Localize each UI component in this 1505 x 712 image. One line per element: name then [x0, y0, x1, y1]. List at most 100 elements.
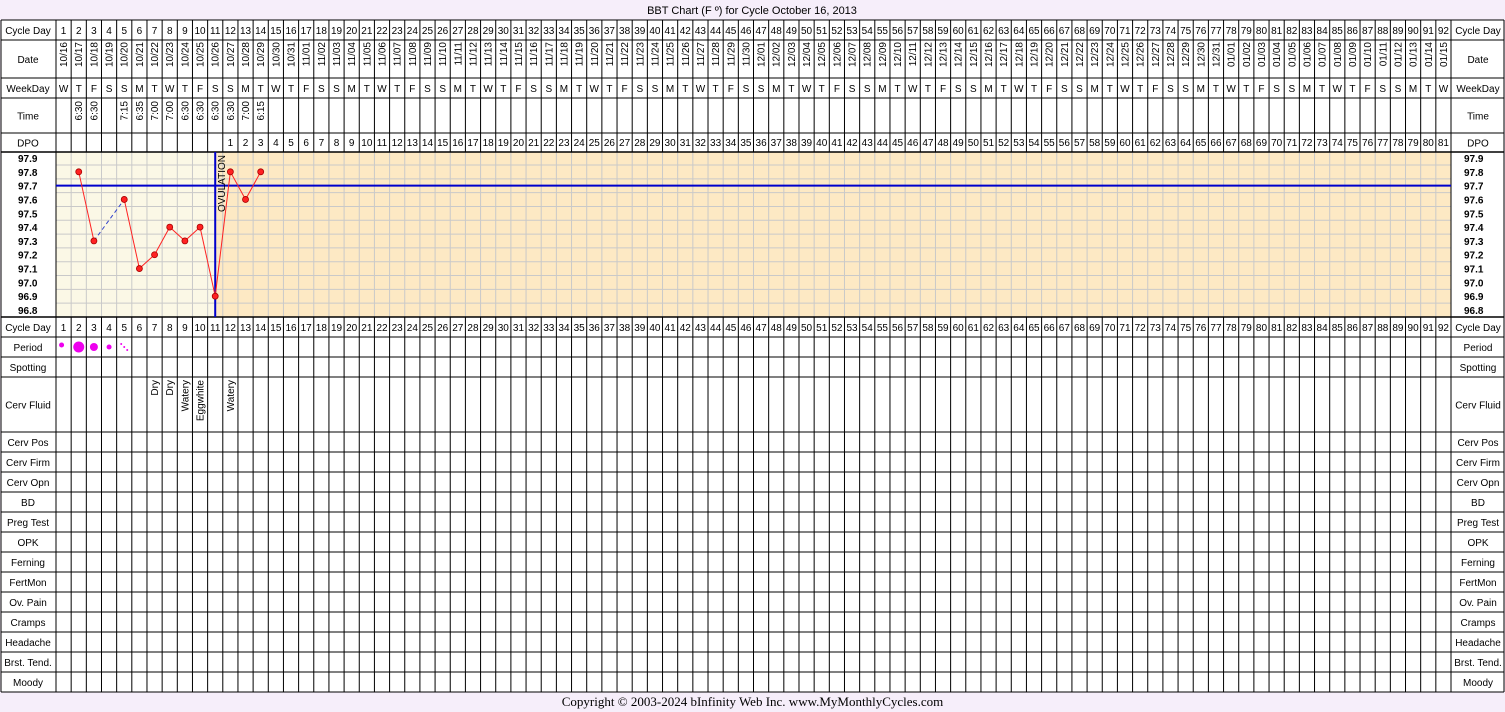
- weekday-cell: W: [590, 84, 600, 95]
- row-label-dpo: DPO: [17, 139, 39, 150]
- weekday-cell: M: [1197, 84, 1205, 95]
- cycle-day-number-bottom: 62: [983, 323, 995, 334]
- row-label-preg_test: Preg Test: [7, 518, 49, 529]
- cycle-day-number-bottom: 25: [422, 323, 434, 334]
- weekday-cell: F: [409, 84, 415, 95]
- dpo-number: 5: [288, 138, 294, 149]
- row-label-cycle_day: Cycle Day: [5, 26, 51, 37]
- weekday-cell: W: [165, 84, 175, 95]
- temp-point: [120, 196, 128, 203]
- cycle-day-number: 83: [1301, 26, 1313, 37]
- cycle-day-number-bottom: 69: [1089, 323, 1101, 334]
- date-cell: 12/06: [832, 42, 843, 67]
- row-label-fertmon: FertMon: [9, 578, 46, 589]
- weekday-cell: T: [576, 84, 582, 95]
- bbt-chart: BBT Chart (F º) for Cycle October 16, 20…: [0, 5, 1505, 693]
- cycle-day-number: 82: [1286, 26, 1298, 37]
- dpo-number: 55: [1044, 138, 1056, 149]
- weekday-cell: T: [1001, 84, 1007, 95]
- time-cell: 6:30: [196, 101, 207, 121]
- row-label-right-cycle_day: Cycle Day: [1455, 26, 1501, 37]
- weekday-cell: W: [59, 84, 69, 95]
- row-label-cycle_day: Cycle Day: [5, 323, 51, 334]
- cycle-day-number-bottom: 9: [182, 323, 188, 334]
- dpo-number: 6: [303, 138, 309, 149]
- date-cell: 12/14: [954, 42, 965, 67]
- cycle-day-number-bottom: 17: [301, 323, 313, 334]
- cycle-day-number: 3: [91, 26, 97, 37]
- row-label-cerv_pos: Cerv Pos: [7, 438, 48, 449]
- y-tick-label-right: 97.1: [1464, 265, 1484, 276]
- weekday-cell: W: [1014, 84, 1024, 95]
- date-cell: 11/05: [362, 42, 373, 67]
- time-cell: 6:30: [74, 101, 85, 121]
- cycle-day-number-bottom: 74: [1165, 323, 1177, 334]
- cycle-day-number-bottom: 78: [1226, 323, 1238, 334]
- weekday-cell: T: [1243, 84, 1249, 95]
- date-cell: 01/08: [1333, 42, 1344, 67]
- cycle-day-number: 59: [937, 26, 949, 37]
- y-tick-label: 97.9: [18, 154, 38, 165]
- y-tick-label-right: 97.9: [1464, 154, 1484, 165]
- date-cell: 12/03: [787, 42, 798, 67]
- cycle-day-number-bottom: 73: [1150, 323, 1162, 334]
- dpo-number: 22: [543, 138, 555, 149]
- cycle-day-number: 70: [1104, 26, 1116, 37]
- time-cell: 6:30: [89, 101, 100, 121]
- cycle-day-number-bottom: 30: [498, 323, 510, 334]
- cycle-day-number: 81: [1271, 26, 1283, 37]
- weekday-cell: S: [652, 84, 659, 95]
- y-tick-label: 97.4: [18, 223, 38, 234]
- cycle-day-number: 34: [558, 26, 570, 37]
- date-cell: 12/18: [1014, 42, 1025, 67]
- time-cell: 7:15: [120, 101, 131, 121]
- weekday-cell: T: [182, 84, 188, 95]
- date-cell: 11/16: [529, 42, 540, 67]
- cycle-day-number-bottom: 51: [816, 323, 828, 334]
- time-cell: 6:15: [256, 101, 267, 121]
- cycle-day-number: 61: [968, 26, 980, 37]
- weekday-cell: T: [1319, 84, 1325, 95]
- date-cell: 10/19: [105, 42, 116, 67]
- row-label-right-cerv_firm: Cerv Firm: [1456, 458, 1500, 469]
- date-cell: 10/22: [150, 42, 161, 67]
- temp-point: [90, 237, 98, 245]
- cycle-day-number: 66: [1044, 26, 1056, 37]
- weekday-cell: F: [515, 84, 521, 95]
- cycle-day-number-bottom: 24: [407, 323, 419, 334]
- weekday-cell: S: [636, 84, 643, 95]
- date-cell: 12/28: [1166, 42, 1177, 67]
- y-tick-label-right: 97.5: [1464, 209, 1484, 220]
- row-label-moody: Moody: [13, 678, 43, 689]
- cycle-day-number-bottom: 3: [91, 323, 97, 334]
- row-label-right-preg_test: Preg Test: [1457, 518, 1499, 529]
- date-cell: 01/12: [1393, 42, 1404, 67]
- cycle-day-number: 54: [862, 26, 874, 37]
- date-cell: 11/10: [438, 42, 449, 67]
- dpo-number: 7: [319, 138, 325, 149]
- dpo-number: 27: [619, 138, 631, 149]
- dpo-number: 73: [1317, 138, 1329, 149]
- cycle-day-number: 38: [619, 26, 631, 37]
- weekday-cell: F: [622, 84, 628, 95]
- cycle-day-number: 26: [437, 26, 449, 37]
- weekday-cell: T: [1107, 84, 1113, 95]
- weekday-cell: T: [1213, 84, 1219, 95]
- y-tick-label: 97.7: [18, 182, 38, 193]
- weekday-cell: W: [271, 84, 281, 95]
- y-tick-label-right: 97.0: [1464, 278, 1484, 289]
- cycle-day-number: 46: [740, 26, 752, 37]
- cycle-day-number: 60: [953, 26, 965, 37]
- weekday-cell: T: [500, 84, 506, 95]
- chart-title: BBT Chart (F º) for Cycle October 16, 20…: [647, 5, 857, 17]
- cycle-day-number: 36: [589, 26, 601, 37]
- cycle-day-number: 52: [831, 26, 843, 37]
- dpo-number: 9: [349, 138, 355, 149]
- y-tick-label: 97.2: [18, 251, 38, 262]
- row-label-right-ferning: Ferning: [1461, 558, 1495, 569]
- weekday-cell: W: [1120, 84, 1130, 95]
- cerv-fluid-entry: Dry: [165, 380, 176, 396]
- weekday-cell: F: [1258, 84, 1264, 95]
- weekday-cell: S: [424, 84, 431, 95]
- cycle-day-number-bottom: 58: [922, 323, 934, 334]
